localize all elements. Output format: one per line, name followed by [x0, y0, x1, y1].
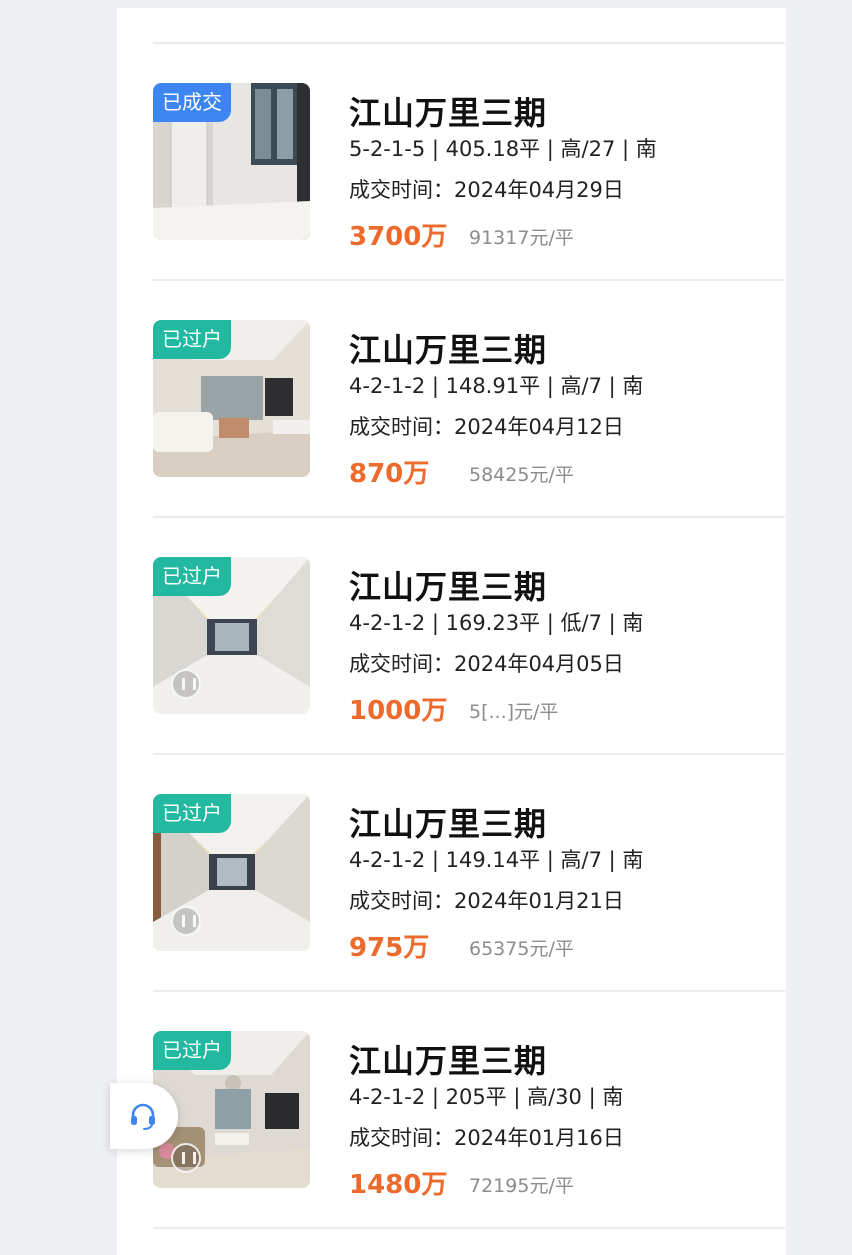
listing-thumbnail[interactable]: 已过户: [153, 320, 310, 477]
listing-name: 江山万里三期: [349, 331, 548, 369]
listing-name: 江山万里三期: [349, 94, 548, 132]
listing-specs: 4-2-1-2 | 149.14平 | 高/7 | 南: [349, 848, 644, 872]
listing-thumbnail[interactable]: 已过户: [153, 794, 310, 951]
deal-date: 成交时间：2024年04月05日: [349, 652, 624, 676]
vr-tour-icon[interactable]: [171, 906, 201, 936]
listing-card[interactable]: 已成交 江山万里三期 5-2-1-5 | 405.18平 | 高/27 | 南 …: [117, 8, 786, 252]
listing-name: 江山万里三期: [349, 568, 548, 606]
listing-specs: 4-2-1-2 | 169.23平 | 低/7 | 南: [349, 611, 644, 635]
status-badge: 已过户: [153, 794, 231, 833]
divider: [153, 1227, 785, 1229]
listing-name: 江山万里三期: [349, 805, 548, 843]
total-price: 1480万: [349, 1170, 448, 1200]
deal-date: 成交时间：2024年04月12日: [349, 415, 624, 439]
transaction-list-panel: 已成交 江山万里三期 5-2-1-5 | 405.18平 | 高/27 | 南 …: [117, 8, 786, 1255]
status-badge: 已过户: [153, 557, 231, 596]
listing-card[interactable]: 已过户 江山万里三期 4-2-1-2 | 148.91平 | 高/7 | 南 成…: [117, 245, 786, 489]
listing-card[interactable]: 已过户 江山万里三期 4-2-1-2 | 169.23平 | 低/7 | 南 成…: [117, 482, 786, 726]
listing-specs: 5-2-1-5 | 405.18平 | 高/27 | 南: [349, 137, 657, 161]
unit-price: 72195元/平: [469, 1175, 574, 1197]
deal-date: 成交时间：2024年01月16日: [349, 1126, 624, 1150]
listing-name: 江山万里三期: [349, 1042, 548, 1080]
status-badge: 已过户: [153, 1031, 231, 1070]
listing-thumbnail[interactable]: 已成交: [153, 83, 310, 240]
listing-card[interactable]: 已过户 江山万里三期 4-2-1-2 | 149.14平 | 高/7 | 南 成…: [117, 719, 786, 963]
status-badge: 已过户: [153, 320, 231, 359]
deal-date: 成交时间：2024年01月21日: [349, 889, 624, 913]
listing-card[interactable]: 已过户 江山万里三期 4-2-1-2 | 205平 | 高/30 | 南 成交时…: [117, 956, 786, 1200]
vr-tour-icon[interactable]: [171, 1143, 201, 1173]
headset-icon: [131, 1103, 155, 1130]
listing-thumbnail[interactable]: 已过户: [153, 557, 310, 714]
status-badge: 已成交: [153, 83, 231, 122]
listing-specs: 4-2-1-2 | 148.91平 | 高/7 | 南: [349, 374, 644, 398]
listing-specs: 4-2-1-2 | 205平 | 高/30 | 南: [349, 1085, 624, 1109]
customer-service-button[interactable]: [110, 1083, 178, 1149]
deal-date: 成交时间：2024年04月29日: [349, 178, 624, 202]
vr-tour-icon[interactable]: [171, 669, 201, 699]
